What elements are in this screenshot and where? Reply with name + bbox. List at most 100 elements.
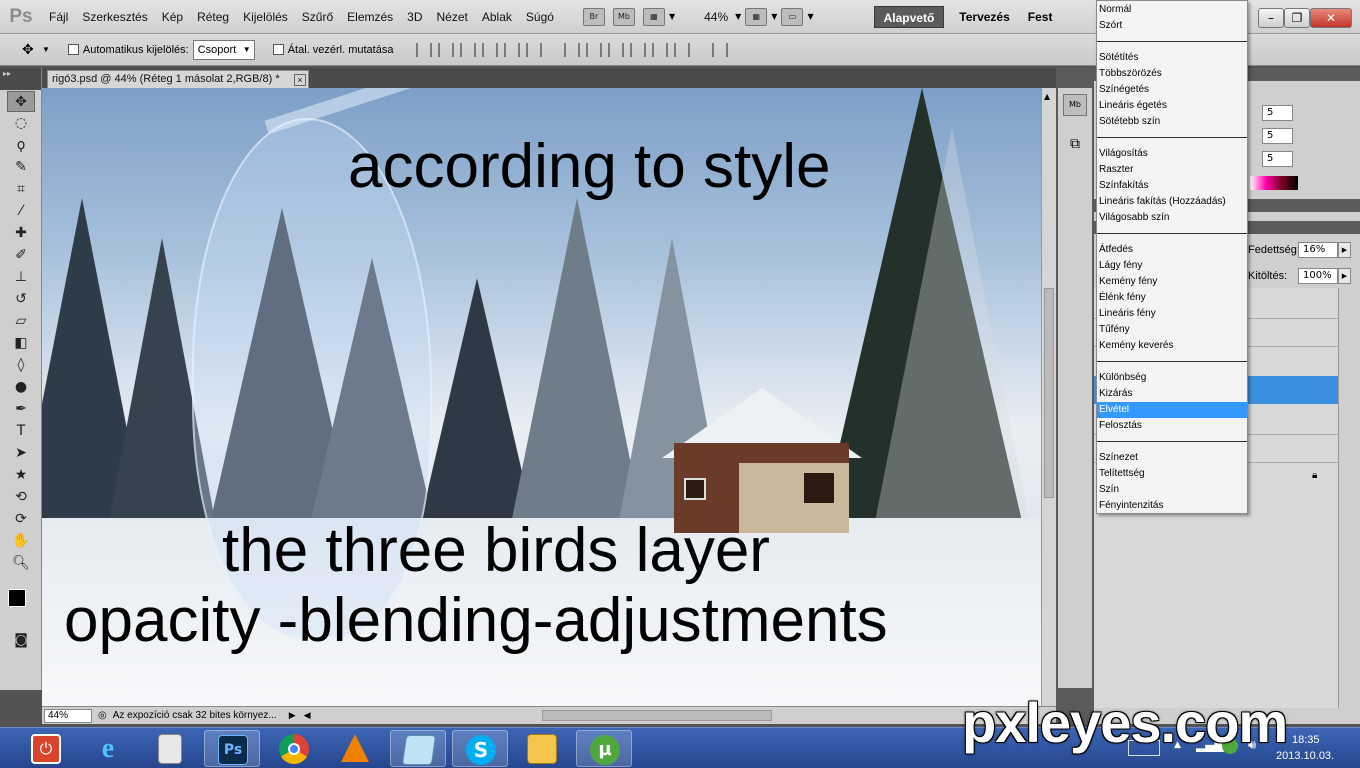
taskbar-skype[interactable]: S (452, 730, 508, 767)
color-r-field[interactable]: 5 (1262, 105, 1293, 121)
brush-tool-icon[interactable]: ✐ (7, 245, 35, 266)
eyedropper-tool-icon[interactable]: ⁄ (7, 201, 35, 222)
workspace-painting[interactable]: Fest (1019, 6, 1062, 28)
blend-difference[interactable]: Különbség (1097, 370, 1247, 386)
move-tool-icon[interactable]: ✥ (22, 41, 42, 58)
blend-divide[interactable]: Felosztás (1097, 418, 1247, 434)
blend-subtract[interactable]: Elvétel (1097, 402, 1247, 418)
horizontal-scrollbar-thumb[interactable] (542, 710, 772, 721)
blend-overlay[interactable]: Átfedés (1097, 242, 1247, 258)
hand-tool-icon[interactable]: ✋ (7, 531, 35, 552)
blend-luminosity[interactable]: Fényintenzitás (1097, 498, 1247, 514)
bridge-icon[interactable]: Br (582, 7, 605, 26)
blend-darken[interactable]: Sötétítés (1097, 50, 1247, 66)
close-button[interactable]: ✕ (1310, 8, 1352, 28)
opacity-field[interactable]: 16% (1298, 242, 1338, 258)
quick-mask-icon[interactable]: ◙ (7, 630, 35, 651)
dodge-tool-icon[interactable]: ● (7, 377, 35, 398)
crop-tool-icon[interactable]: ⌗ (7, 179, 35, 200)
menu-view[interactable]: Nézet (430, 10, 475, 24)
auto-select-checkbox[interactable] (67, 44, 79, 55)
taskbar-utorrent[interactable]: µ (576, 730, 632, 767)
history-panel-icon[interactable]: ⧉ (1063, 136, 1087, 158)
blend-color-burn[interactable]: Színégetés (1097, 82, 1247, 98)
menu-edit[interactable]: Szerkesztés (75, 10, 154, 24)
foreground-color[interactable] (8, 589, 26, 607)
distribute-left-icon[interactable] (630, 42, 647, 57)
clone-stamp-tool-icon[interactable]: ⊥ (7, 267, 35, 288)
color-swatches[interactable] (0, 575, 41, 629)
menu-image[interactable]: Kép (155, 10, 190, 24)
show-transform-checkbox[interactable] (272, 44, 284, 55)
layers-scrollbar[interactable] (1338, 288, 1352, 708)
taskbar-vlc[interactable] (328, 730, 384, 767)
zoom-field[interactable]: 44% (44, 708, 92, 723)
paint-bucket-tool-icon[interactable]: ◧ (7, 333, 35, 354)
distribute-right-icon[interactable] (674, 42, 691, 57)
distribute-vcenter-icon[interactable] (586, 42, 603, 57)
arrange-documents-icon[interactable]: ▦ (745, 7, 768, 26)
marquee-tool-icon[interactable]: ◌ (7, 113, 35, 134)
workspace-design[interactable]: Tervezés (950, 6, 1018, 28)
blend-linear-burn[interactable]: Lineáris égetés (1097, 98, 1247, 114)
blend-multiply[interactable]: Többszörözés (1097, 66, 1247, 82)
blend-hue[interactable]: Színezet (1097, 450, 1247, 466)
blend-pin-light[interactable]: Tűfény (1097, 322, 1247, 338)
minibridge-panel-icon[interactable]: Mb (1063, 94, 1087, 116)
minibridge-icon[interactable]: Mb (612, 7, 635, 26)
blend-soft-light[interactable]: Lágy fény (1097, 258, 1247, 274)
taskbar-explorer[interactable] (514, 730, 570, 767)
type-tool-icon[interactable]: T (7, 421, 35, 442)
blend-darker-color[interactable]: Sötétebb szín (1097, 114, 1247, 130)
auto-select-dropdown[interactable]: Csoport ▼ (192, 39, 255, 60)
fill-slider-arrow-icon[interactable]: ▶ (1338, 268, 1351, 284)
blend-linear-dodge[interactable]: Lineáris fakítás (Hozzáadás) (1097, 194, 1247, 210)
minimize-button[interactable]: – (1258, 8, 1284, 28)
screen-mode-icon[interactable]: ▭ (781, 7, 804, 26)
menu-file[interactable]: Fájl (42, 10, 75, 24)
path-select-tool-icon[interactable]: ➤ (7, 443, 35, 464)
healing-brush-tool-icon[interactable]: ✚ (7, 223, 35, 244)
tray-time[interactable]: 18:35 (1292, 734, 1320, 746)
menu-help[interactable]: Súgó (519, 10, 561, 24)
distribute-bottom-icon[interactable] (608, 42, 625, 57)
taskbar-photoshop[interactable]: Ps (204, 730, 260, 767)
auto-align-icon[interactable] (712, 42, 729, 57)
quick-select-tool-icon[interactable]: ✎ (7, 157, 35, 178)
blend-dissolve[interactable]: Szórt (1097, 18, 1247, 34)
workspace-essentials[interactable]: Alapvető (873, 5, 945, 28)
restore-button[interactable]: ❐ (1284, 8, 1310, 28)
distribute-hcenter-icon[interactable] (652, 42, 669, 57)
opacity-slider-arrow-icon[interactable]: ▶ (1338, 242, 1351, 258)
scroll-left-icon[interactable]: ◀ (304, 710, 311, 721)
align-left-icon[interactable] (482, 42, 499, 57)
vertical-scrollbar[interactable]: ▲ (1041, 88, 1056, 706)
3d-orbit-tool-icon[interactable]: ⟳ (7, 509, 35, 530)
lasso-tool-icon[interactable]: ϙ (7, 135, 35, 156)
align-hcenter-icon[interactable] (504, 42, 521, 57)
blur-tool-icon[interactable]: ◊ (7, 355, 35, 376)
blend-screen[interactable]: Raszter (1097, 162, 1247, 178)
align-bottom-icon[interactable] (460, 42, 477, 57)
blend-hard-light[interactable]: Kemény fény (1097, 274, 1247, 290)
menu-filter[interactable]: Szűrő (295, 10, 340, 24)
blend-saturation[interactable]: Telítettség (1097, 466, 1247, 482)
blend-exclusion[interactable]: Kizárás (1097, 386, 1247, 402)
align-top-icon[interactable] (416, 42, 433, 57)
blend-normal[interactable]: Normál (1097, 2, 1247, 18)
align-right-icon[interactable] (526, 42, 543, 57)
blend-lighter-color[interactable]: Világosabb szín (1097, 210, 1247, 226)
blend-vivid-light[interactable]: Élénk fény (1097, 290, 1247, 306)
distribute-top-icon[interactable] (564, 42, 581, 57)
status-menu-arrow-icon[interactable]: ▶ (289, 710, 296, 721)
menu-layer[interactable]: Réteg (190, 10, 236, 24)
taskbar-notepad[interactable] (390, 730, 446, 767)
taskbar-calculator[interactable] (142, 730, 198, 767)
blend-color[interactable]: Szín (1097, 482, 1247, 498)
blend-color-dodge[interactable]: Színfakítás (1097, 178, 1247, 194)
menu-select[interactable]: Kijelölés (236, 10, 295, 24)
zoom-level[interactable]: 44% (697, 10, 735, 24)
film-icon[interactable]: ▦ (642, 7, 665, 26)
blend-hard-mix[interactable]: Kemény keverés (1097, 338, 1247, 354)
document-canvas[interactable]: according to style the three birds layer… (42, 88, 1041, 706)
